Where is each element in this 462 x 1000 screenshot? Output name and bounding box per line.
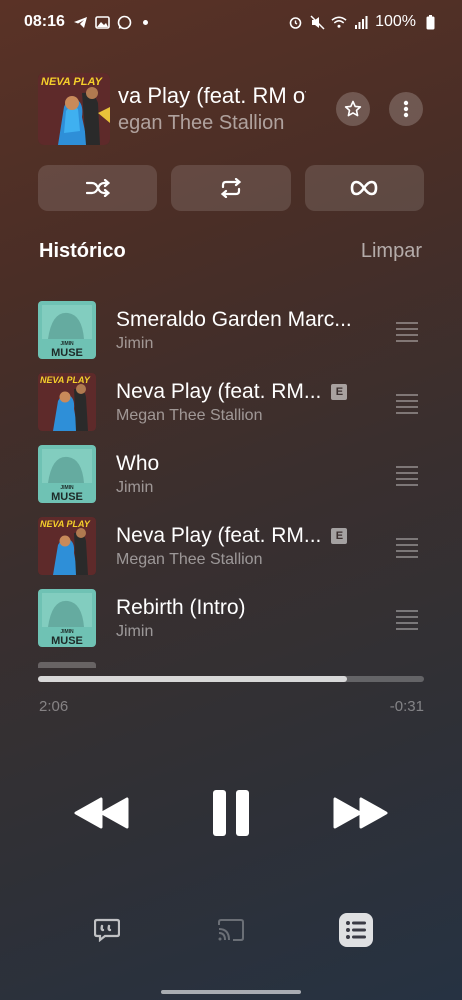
drag-handle-icon[interactable] xyxy=(396,322,418,346)
lyrics-icon xyxy=(94,918,120,942)
now-playing-artwork: NEVA PLAY xyxy=(38,73,110,145)
track-artist: Megan Thee Stallion xyxy=(116,551,263,568)
home-indicator[interactable] xyxy=(161,990,301,994)
artwork-label: NEVA PLAY xyxy=(41,76,104,88)
explicit-badge: E xyxy=(331,384,348,400)
cast-icon xyxy=(218,919,244,941)
previous-button[interactable] xyxy=(72,785,132,841)
pause-button[interactable] xyxy=(206,785,256,841)
repeat-icon xyxy=(220,178,242,198)
favorite-button[interactable] xyxy=(336,92,370,126)
history-list: JIMIN MUSE Smeraldo Garden Marc... Jimin NEV… xyxy=(38,290,424,668)
transport-controls xyxy=(0,785,462,841)
art-album-text: MUSE xyxy=(51,347,83,359)
shuffle-icon xyxy=(85,179,110,197)
notification-dot xyxy=(142,19,148,25)
autoplay-button[interactable] xyxy=(304,165,424,211)
infinity-icon xyxy=(351,180,378,196)
drag-handle-icon[interactable] xyxy=(396,466,418,490)
track-artist: Jimin xyxy=(116,623,154,640)
now-playing-title: va Play (feat. RM of xyxy=(118,83,306,108)
track-artist: Jimin xyxy=(116,479,154,496)
clear-history-button[interactable]: Limpar xyxy=(361,240,422,263)
rewind-icon xyxy=(74,797,129,829)
progress-fill xyxy=(38,676,347,682)
track-title: Who xyxy=(116,452,160,475)
playback-modes xyxy=(38,165,424,211)
history-row[interactable]: JIMIN MUSE Rebirth (Intro) Jimin xyxy=(38,582,424,654)
track-artist: Megan Thee Stallion xyxy=(116,407,263,424)
repeat-button[interactable] xyxy=(171,165,291,211)
art-title-text: NEVA PLAY xyxy=(40,519,91,529)
track-artwork: NEVA PLAY xyxy=(38,517,96,575)
time-labels: 2:06 -0:31 xyxy=(39,698,424,715)
telegram-icon xyxy=(73,15,89,29)
track-artwork: JIMIN MUSE xyxy=(38,445,96,503)
battery-icon xyxy=(422,14,438,29)
signal-icon xyxy=(353,15,369,29)
elapsed-time: 2:06 xyxy=(39,698,69,715)
drag-handle-icon[interactable] xyxy=(396,394,418,418)
track-title: Neva Play (feat. RM... xyxy=(116,380,322,403)
pause-icon xyxy=(213,790,249,836)
wifi-icon xyxy=(331,15,347,29)
track-artwork: JIMIN MUSE xyxy=(38,301,96,359)
art-album-text: MUSE xyxy=(51,491,83,503)
more-vertical-icon xyxy=(403,100,409,118)
more-options-button[interactable] xyxy=(389,92,423,126)
queue-button[interactable] xyxy=(336,910,376,950)
mute-icon xyxy=(309,14,325,30)
next-row-artwork-peek xyxy=(38,662,96,668)
track-title: Rebirth (Intro) xyxy=(116,596,246,619)
progress-bar[interactable] xyxy=(38,676,424,682)
history-row[interactable]: JIMIN MUSE Smeraldo Garden Marc... Jimin xyxy=(38,294,424,366)
history-header: Histórico Limpar xyxy=(39,240,422,263)
fast-forward-icon xyxy=(333,797,388,829)
history-row[interactable]: NEVA PLAY Neva Play (feat. RM... E Megan Th… xyxy=(38,366,424,438)
history-row[interactable]: JIMIN MUSE Who Jimin xyxy=(38,438,424,510)
star-icon xyxy=(344,100,362,117)
status-bar: 08:16 100% xyxy=(0,0,462,44)
track-title: Smeraldo Garden Marc... xyxy=(116,308,352,331)
art-album-text: MUSE xyxy=(51,635,83,647)
status-time: 08:16 xyxy=(24,13,65,30)
next-button[interactable] xyxy=(330,785,390,841)
alarm-icon xyxy=(287,15,303,29)
track-artwork: JIMIN MUSE xyxy=(38,589,96,647)
bottom-bar xyxy=(0,910,462,950)
gallery-icon xyxy=(95,15,111,29)
explicit-badge: E xyxy=(331,528,348,544)
track-title: Neva Play (feat. RM... xyxy=(116,524,322,547)
queue-list-icon xyxy=(339,913,373,947)
shuffle-button[interactable] xyxy=(38,165,158,211)
lyrics-button[interactable] xyxy=(87,910,127,950)
track-artwork: NEVA PLAY xyxy=(38,373,96,431)
drag-handle-icon[interactable] xyxy=(396,538,418,562)
remaining-time: -0:31 xyxy=(389,698,424,715)
history-row[interactable]: NEVA PLAY Neva Play (feat. RM... E Megan Th… xyxy=(38,510,424,582)
whatsapp-icon xyxy=(117,15,133,29)
now-playing-artist: egan Thee Stallion xyxy=(118,112,285,134)
history-title: Histórico xyxy=(39,240,126,262)
now-playing-header[interactable]: NEVA PLAY va Play (feat. RM of egan Thee… xyxy=(38,72,432,146)
cast-button[interactable] xyxy=(211,910,251,950)
art-title-text: NEVA PLAY xyxy=(40,375,91,385)
battery-percent: 100% xyxy=(375,13,416,30)
drag-handle-icon[interactable] xyxy=(396,610,418,634)
track-artist: Jimin xyxy=(116,335,154,352)
